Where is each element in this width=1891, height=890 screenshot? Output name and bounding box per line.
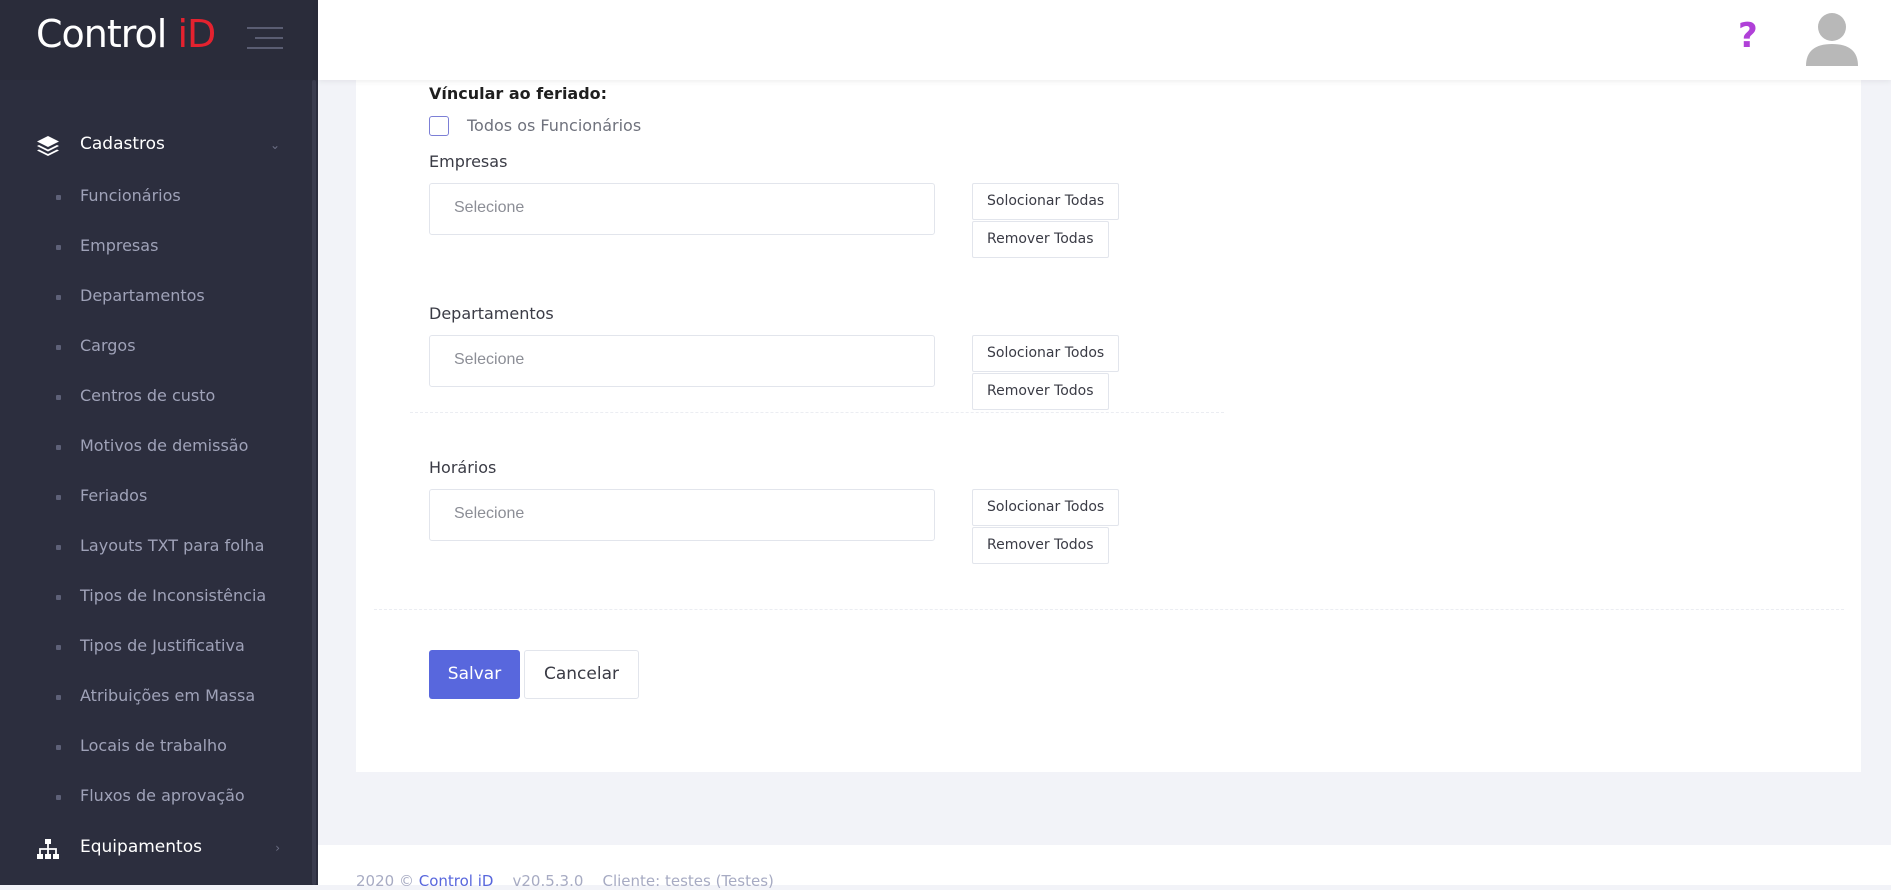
sidebar-item-label: Fluxos de aprovação [80,786,245,805]
help-icon[interactable]: ? [1738,16,1758,56]
empresas-select-all-button[interactable]: Solocionar Todas [972,183,1120,220]
copyright-text: 2020 © [356,872,419,890]
bullet-icon [56,645,61,650]
empresas-remove-all-button[interactable]: Remover Todas [972,221,1109,258]
departamentos-label: Departamentos [429,304,554,323]
sidebar-item-label: Locais de trabalho [80,736,227,755]
all-employees-label[interactable]: Todos os Funcionários [467,116,641,135]
sidebar-item-label: Feriados [80,486,148,505]
bullet-icon [56,395,61,400]
horarios-select-all-button[interactable]: Solocionar Todos [972,489,1120,526]
logo-accent: iD [177,12,216,56]
departamentos-remove-all-button[interactable]: Remover Todos [972,373,1109,410]
page-footer: 2020 © Control iD v20.5.3.0 Cliente: tes… [318,845,1891,890]
sidebar-item-funcionarios[interactable]: Funcionários [0,177,318,217]
bullet-icon [56,195,61,200]
sidebar-section-label: Equipamentos [80,837,202,857]
sidebar-item-label: Cargos [80,336,136,355]
bullet-icon [56,345,61,350]
form-footer-divider [374,609,1844,610]
sidebar-item-label: Motivos de demissão [80,436,249,455]
chevron-down-icon: ⌄ [269,138,280,152]
sidebar-item-label: Centros de custo [80,386,216,405]
sidebar-item-label: Tipos de Inconsistência [80,586,267,605]
bullet-icon [56,545,61,550]
footer-text: 2020 © Control iD v20.5.3.0 Cliente: tes… [356,872,774,890]
version-text: v20.5.3.0 [512,872,584,890]
bullet-icon [56,595,61,600]
chevron-right-icon: › [275,841,280,855]
departamentos-select[interactable]: Selecione [429,335,935,387]
bullet-icon [56,795,61,800]
sidebar-item-tipos-de-inconsistencia[interactable]: Tipos de Inconsistência [0,577,318,617]
bullet-icon [56,445,61,450]
sitemap-icon [37,839,59,859]
sidebar-scrollbar[interactable] [312,80,316,885]
sidebar-item-feriados[interactable]: Feriados [0,477,318,517]
sidebar-item-label: Layouts TXT para folha [80,536,265,555]
sidebar-item-departamentos[interactable]: Departamentos [0,277,318,317]
sidebar-item-label: Departamentos [80,286,205,305]
horarios-select[interactable]: Selecione [429,489,935,541]
divider [410,412,1224,413]
bullet-icon [56,495,61,500]
cancel-button[interactable]: Cancelar [524,650,639,699]
sidebar-item-layouts-txt[interactable]: Layouts TXT para folha [0,527,318,567]
client-text: Cliente: testes (Testes) [602,872,774,890]
sidebar-brand-area: Control iD [0,0,318,80]
sidebar: Control iD Cadastros ⌄ Funcionários Empr… [0,0,318,885]
layers-icon [37,136,59,156]
logo-text: Control [36,12,178,56]
sidebar-section-cadastros[interactable]: Cadastros ⌄ [0,124,318,168]
top-header [318,0,1891,80]
sidebar-item-atribuicoes-em-massa[interactable]: Atribuições em Massa [0,677,318,717]
form-title: Víncular ao feriado: [429,84,608,103]
horarios-placeholder: Selecione [454,505,525,522]
menu-toggle-icon[interactable] [247,27,283,49]
sidebar-item-centros-de-custo[interactable]: Centros de custo [0,377,318,417]
sidebar-item-fluxos-de-aprovacao[interactable]: Fluxos de aprovação [0,777,318,817]
bullet-icon [56,695,61,700]
sidebar-item-cargos[interactable]: Cargos [0,327,318,367]
save-button[interactable]: Salvar [429,650,520,699]
sidebar-item-motivos-de-demissao[interactable]: Motivos de demissão [0,427,318,467]
bullet-icon [56,295,61,300]
sidebar-item-locais-de-trabalho[interactable]: Locais de trabalho [0,727,318,767]
sidebar-item-empresas[interactable]: Empresas [0,227,318,267]
sidebar-section-label: Cadastros [80,134,165,154]
all-employees-checkbox[interactable] [429,116,449,136]
empresas-label: Empresas [429,152,508,171]
bullet-icon [56,745,61,750]
sidebar-section-equipamentos[interactable]: Equipamentos › [0,827,318,871]
departamentos-select-all-button[interactable]: Solocionar Todos [972,335,1120,372]
empresas-placeholder: Selecione [454,199,525,216]
user-avatar-icon[interactable] [1802,10,1862,66]
departamentos-placeholder: Selecione [454,351,525,368]
logo[interactable]: Control iD [36,12,216,56]
empresas-select[interactable]: Selecione [429,183,935,235]
sidebar-item-label: Empresas [80,236,159,255]
sidebar-item-label: Atribuições em Massa [80,686,256,705]
horarios-label: Horários [429,458,497,477]
sidebar-item-label: Funcionários [80,186,181,205]
sidebar-item-label: Tipos de Justificativa [80,636,245,655]
horarios-remove-all-button[interactable]: Remover Todos [972,527,1109,564]
bullet-icon [56,245,61,250]
sidebar-item-tipos-de-justificativa[interactable]: Tipos de Justificativa [0,627,318,667]
footer-brand-link[interactable]: Control iD [419,872,494,890]
